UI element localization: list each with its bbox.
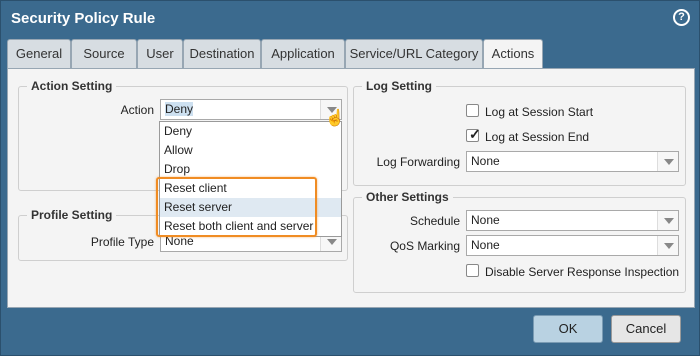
schedule-select[interactable]: None [466,210,679,231]
action-label: Action [120,103,154,117]
security-policy-rule-dialog: Security Policy Rule ? General Source Us… [0,0,700,356]
log-forwarding-label: Log Forwarding [376,155,460,169]
action-select[interactable]: Deny [160,99,342,120]
log-at-session-start-label: Log at Session Start [485,105,594,119]
tab-actions[interactable]: Actions [483,39,543,70]
log-forwarding-value: None [471,154,500,168]
cancel-button[interactable]: Cancel [611,315,681,343]
schedule-label: Schedule [409,214,460,228]
qos-marking-value: None [471,238,500,252]
log-forwarding-select[interactable]: None [466,151,679,172]
tab-general[interactable]: General [7,39,71,69]
disable-server-response-inspection-checkbox[interactable] [466,264,479,277]
log-at-session-end-checkbox[interactable]: ✓ [466,126,481,142]
disable-server-response-inspection-label: Disable Server Response Inspection [485,265,680,279]
chevron-down-icon[interactable] [657,236,678,255]
check-icon: ✓ [469,126,481,142]
action-select-value: Deny [165,102,194,116]
log-setting-legend: Log Setting [362,79,436,93]
ok-button[interactable]: OK [533,315,603,343]
profile-setting-legend: Profile Setting [27,208,117,222]
dialog-title: Security Policy Rule [11,10,156,27]
hand-cursor-icon: ☝ [325,110,345,127]
tab-destination[interactable]: Destination [183,39,261,69]
chevron-down-icon[interactable] [657,152,678,171]
schedule-value: None [471,213,500,227]
help-icon[interactable]: ? [673,9,690,26]
log-at-session-end-label: Log at Session End [485,130,590,144]
log-at-session-start-checkbox[interactable] [466,104,479,117]
other-settings-legend: Other Settings [362,190,453,204]
tab-service-url-category[interactable]: Service/URL Category [345,39,483,69]
tab-application[interactable]: Application [261,39,345,69]
action-option-deny[interactable]: Deny [160,122,341,141]
actions-panel: Action Setting Action Deny Profile Setti… [7,68,695,308]
qos-marking-label: QoS Marking [389,239,460,253]
chevron-down-icon[interactable] [657,211,678,230]
action-option-allow[interactable]: Allow [160,141,341,160]
tab-source[interactable]: Source [71,39,137,69]
reset-options-highlight [156,177,317,237]
profile-type-label: Profile Type [90,235,154,249]
tab-user[interactable]: User [137,39,183,69]
action-setting-legend: Action Setting [27,79,117,93]
qos-marking-select[interactable]: None [466,235,679,256]
